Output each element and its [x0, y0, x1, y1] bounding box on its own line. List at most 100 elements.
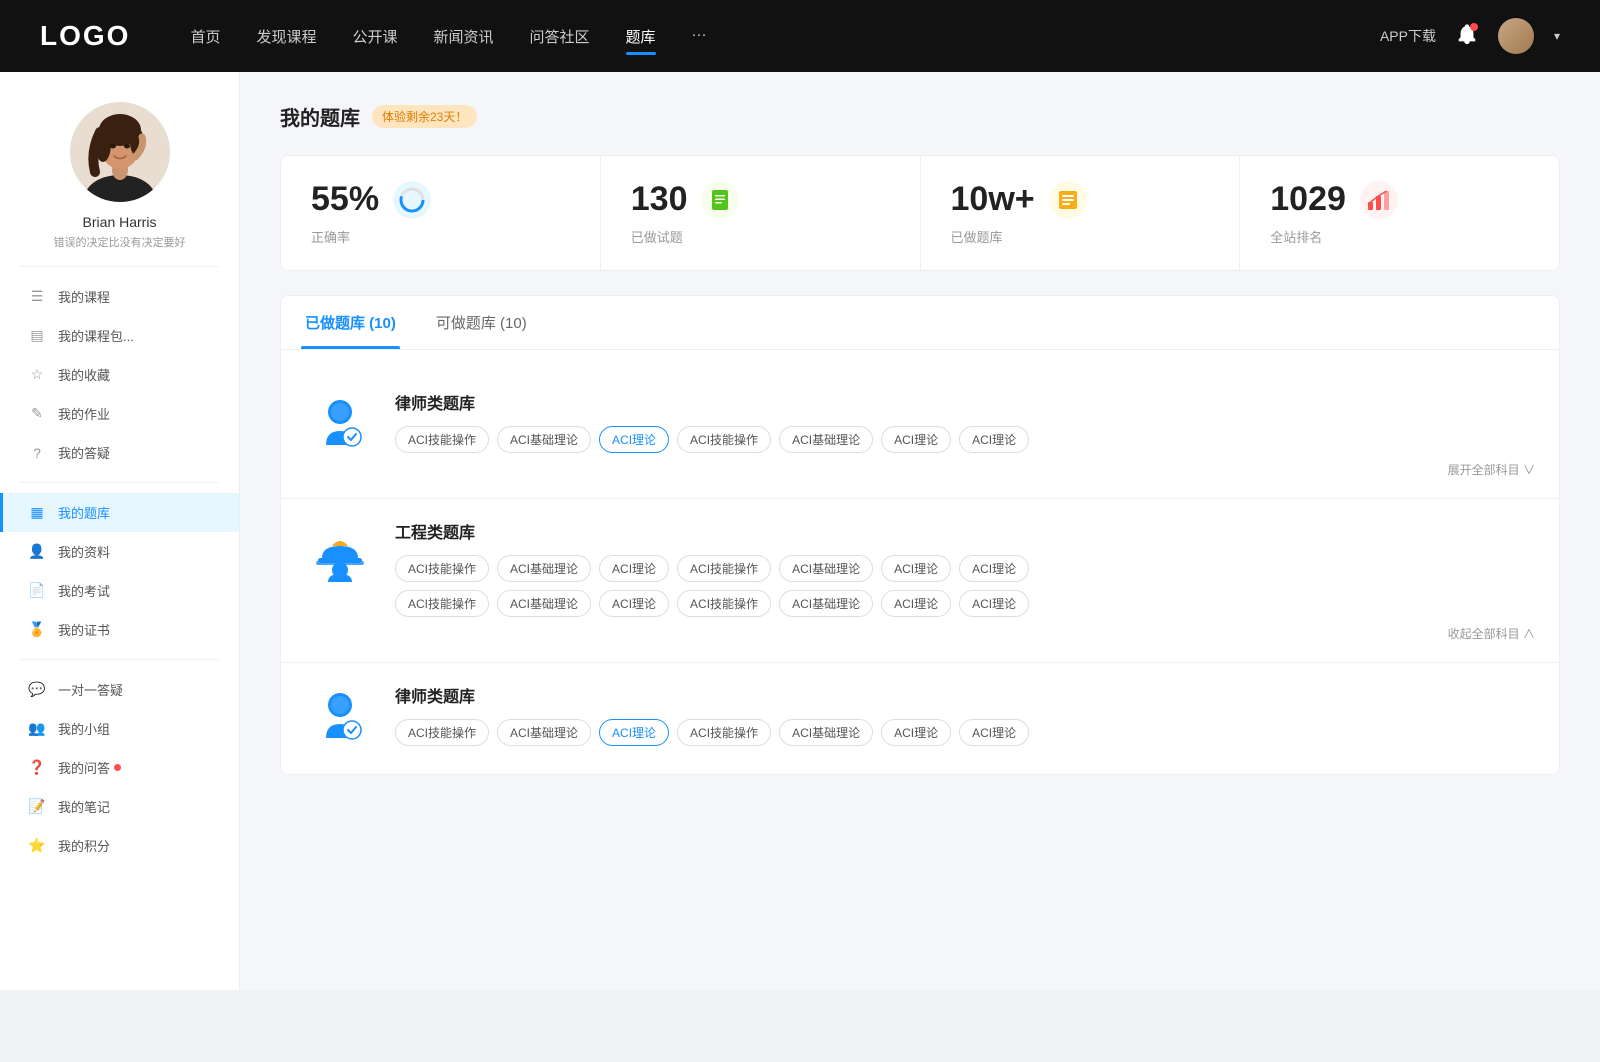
qa-icon: ❓ — [28, 759, 46, 777]
collapse-engineer-button[interactable]: 收起全部科目 ∧ — [395, 625, 1535, 642]
nav-home[interactable]: 首页 — [190, 22, 220, 51]
qbank-icon-engineer — [305, 519, 375, 589]
app-download-button[interactable]: APP下载 — [1380, 26, 1436, 46]
stat-rank-value: 1029 — [1270, 180, 1346, 219]
sidebar-item-exam[interactable]: 📄 我的考试 — [0, 571, 239, 610]
tag-item[interactable]: ACI理论 — [959, 590, 1029, 617]
tab-available-banks[interactable]: 可做题库 (10) — [432, 296, 531, 349]
sidebar-item-favorites[interactable]: ☆ 我的收藏 — [0, 355, 239, 394]
qbank-name-engineer: 工程类题库 — [395, 519, 1535, 543]
tag-item[interactable]: ACI基础理论 — [779, 719, 873, 746]
notification-bell[interactable] — [1456, 23, 1478, 50]
tag-item[interactable]: ACI技能操作 — [677, 719, 771, 746]
tab-done-banks[interactable]: 已做题库 (10) — [301, 296, 400, 349]
nav-discover[interactable]: 发现课程 — [256, 22, 316, 51]
exam-icon: 📄 — [28, 582, 46, 600]
sidebar-item-label: 我的收藏 — [58, 365, 110, 384]
tag-item[interactable]: ACI技能操作 — [677, 555, 771, 582]
sidebar-item-label: 我的考试 — [58, 581, 110, 600]
group-icon: 👥 — [28, 720, 46, 738]
stat-accuracy-value: 55% — [311, 180, 379, 219]
expand-lawyer-1-button[interactable]: 展开全部科目 ∨ — [395, 461, 1535, 478]
nav-news[interactable]: 新闻资讯 — [434, 22, 494, 51]
sidebar-menu: ☰ 我的课程 ▤ 我的课程包... ☆ 我的收藏 ✎ 我的作业 ? 我的答疑 ▦ — [0, 277, 239, 865]
tag-item[interactable]: ACI技能操作 — [395, 426, 489, 453]
qbank-icon-lawyer-2 — [305, 683, 375, 753]
cert-icon: 🏅 — [28, 621, 46, 639]
qbank-name-lawyer-2: 律师类题库 — [395, 683, 1535, 707]
nav-more[interactable]: ··· — [692, 22, 707, 51]
qbank-card-lawyer-2: 律师类题库 ACI技能操作 ACI基础理论 ACI理论 ACI技能操作 ACI基… — [281, 663, 1559, 774]
tag-item[interactable]: ACI基础理论 — [497, 590, 591, 617]
score-icon: ⭐ — [28, 837, 46, 855]
sidebar-item-my-courses[interactable]: ☰ 我的课程 — [0, 277, 239, 316]
tag-item[interactable]: ACI理论 — [599, 555, 669, 582]
sidebar-item-cert[interactable]: 🏅 我的证书 — [0, 610, 239, 649]
sidebar-divider-3 — [20, 659, 219, 660]
avatar[interactable] — [1498, 18, 1534, 54]
tag-item[interactable]: ACI理论 — [599, 590, 669, 617]
tag-item[interactable]: ACI基础理论 — [497, 555, 591, 582]
sidebar-item-label: 我的题库 — [58, 503, 110, 522]
sidebar-divider-2 — [20, 482, 219, 483]
qbank-info-engineer: 工程类题库 ACI技能操作 ACI基础理论 ACI理论 ACI技能操作 ACI基… — [395, 519, 1535, 642]
sidebar-item-homework[interactable]: ✎ 我的作业 — [0, 394, 239, 433]
tag-item[interactable]: ACI理论 — [881, 555, 951, 582]
sidebar-item-my-qa[interactable]: ❓ 我的问答 — [0, 748, 239, 787]
chat-icon: 💬 — [28, 681, 46, 699]
nav-qbank[interactable]: 题库 — [626, 22, 656, 51]
tag-item[interactable]: ACI基础理论 — [779, 590, 873, 617]
tabs-row: 已做题库 (10) 可做题库 (10) — [281, 296, 1559, 350]
sidebar-item-points[interactable]: ⭐ 我的积分 — [0, 826, 239, 865]
sidebar-item-qbank[interactable]: ▦ 我的题库 — [0, 493, 239, 532]
tag-item[interactable]: ACI理论 — [881, 426, 951, 453]
profile-icon: 👤 — [28, 543, 46, 561]
sidebar-item-label: 我的答疑 — [58, 443, 110, 462]
tag-item[interactable]: ACI基础理论 — [497, 426, 591, 453]
qa-notification-dot — [114, 764, 121, 771]
sidebar-item-questions[interactable]: ? 我的答疑 — [0, 433, 239, 472]
tag-item[interactable]: ACI理论 — [881, 590, 951, 617]
page-title: 我的题库 — [280, 102, 360, 131]
qbank-card-lawyer-1: 律师类题库 ACI技能操作 ACI基础理论 ACI理论 ACI技能操作 ACI基… — [281, 370, 1559, 499]
navbar: LOGO 首页 发现课程 公开课 新闻资讯 问答社区 题库 ··· APP下载 … — [0, 0, 1600, 72]
avatar-chevron-icon[interactable]: ▾ — [1554, 29, 1560, 43]
tag-item[interactable]: ACI技能操作 — [677, 590, 771, 617]
tag-item[interactable]: ACI理论 — [959, 555, 1029, 582]
question-icon: ? — [28, 444, 46, 462]
qbank-tags-engineer-row2: ACI技能操作 ACI基础理论 ACI理论 ACI技能操作 ACI基础理论 AC… — [395, 590, 1535, 617]
tag-item-highlighted[interactable]: ACI理论 — [599, 426, 669, 453]
file-icon: ☰ — [28, 288, 46, 306]
sidebar-item-profile[interactable]: 👤 我的资料 — [0, 532, 239, 571]
tag-item[interactable]: ACI技能操作 — [395, 719, 489, 746]
nav-qa[interactable]: 问答社区 — [530, 22, 590, 51]
sidebar-item-label: 我的课程包... — [58, 326, 134, 345]
tag-item[interactable]: ACI基础理论 — [779, 426, 873, 453]
sidebar-item-course-packages[interactable]: ▤ 我的课程包... — [0, 316, 239, 355]
sidebar-item-one-on-one[interactable]: 💬 一对一答疑 — [0, 670, 239, 709]
star-icon: ☆ — [28, 366, 46, 384]
tag-item[interactable]: ACI理论 — [881, 719, 951, 746]
stat-banks-label: 已做题库 — [951, 227, 1210, 246]
stat-done-banks: 10w+ 已做题库 — [921, 156, 1241, 270]
notification-dot — [1470, 23, 1478, 31]
tag-item[interactable]: ACI基础理论 — [779, 555, 873, 582]
sidebar-item-label: 我的课程 — [58, 287, 110, 306]
tag-item[interactable]: ACI基础理论 — [497, 719, 591, 746]
avatar-image — [1498, 18, 1534, 54]
tag-item[interactable]: ACI理论 — [959, 426, 1029, 453]
tag-item[interactable]: ACI技能操作 — [395, 555, 489, 582]
stat-accuracy-top: 55% — [311, 180, 570, 219]
stat-accuracy: 55% 正确率 — [281, 156, 601, 270]
nav-open-course[interactable]: 公开课 — [352, 22, 397, 51]
sidebar-item-group[interactable]: 👥 我的小组 — [0, 709, 239, 748]
sidebar-item-notes[interactable]: 📝 我的笔记 — [0, 787, 239, 826]
tag-item-highlighted[interactable]: ACI理论 — [599, 719, 669, 746]
pie-icon — [393, 181, 431, 219]
task-icon: ✎ — [28, 405, 46, 423]
tag-item[interactable]: ACI技能操作 — [677, 426, 771, 453]
logo: LOGO — [40, 20, 130, 52]
tag-item[interactable]: ACI技能操作 — [395, 590, 489, 617]
tag-item[interactable]: ACI理论 — [959, 719, 1029, 746]
qbank-icon: ▦ — [28, 504, 46, 522]
